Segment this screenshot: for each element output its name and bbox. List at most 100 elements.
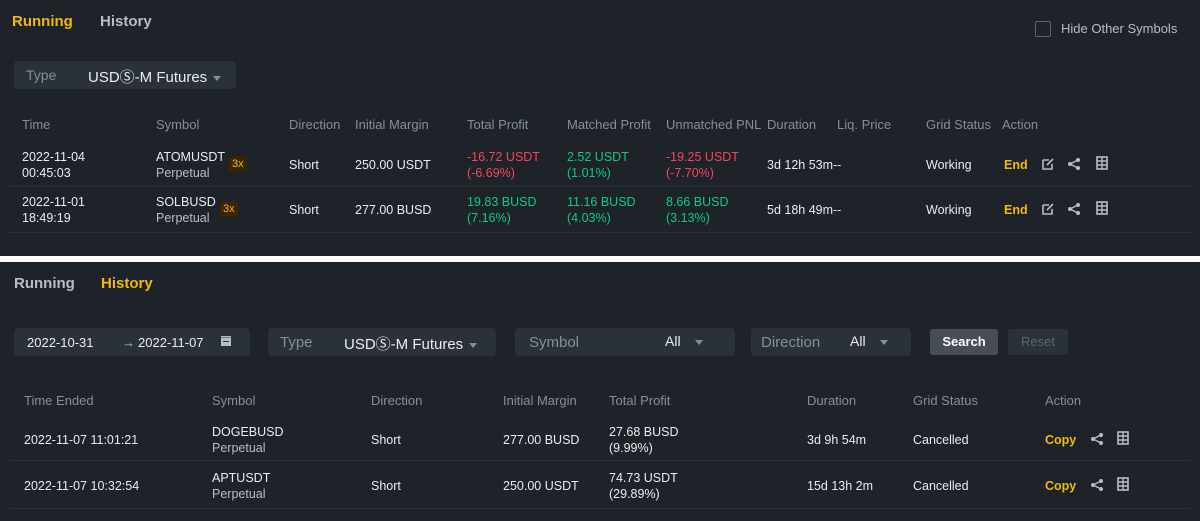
- row-symbol[interactable]: DOGEBUSD Perpetual: [212, 424, 284, 456]
- history-panel: Running History 2022-10-31 → 2022-11-07 …: [0, 262, 1200, 521]
- row-divider: [10, 508, 1190, 509]
- type-value: USDⓈ-M Futures: [344, 333, 478, 354]
- details-icon[interactable]: [1095, 156, 1109, 170]
- type-label: Type: [280, 334, 313, 351]
- row-divider: [10, 186, 1190, 187]
- row-initial-margin: 277.00 BUSD: [355, 203, 432, 217]
- col-duration: Duration: [767, 117, 817, 132]
- row-initial-margin: 250.00 USDT: [355, 158, 431, 172]
- row-matched-profit: 2.52 USDT (1.01%): [567, 150, 629, 180]
- row-direction: Short: [371, 479, 401, 493]
- col-total-profit: Total Profit: [467, 117, 529, 132]
- col-symbol: Symbol: [156, 117, 200, 132]
- row-symbol[interactable]: SOLBUSD Perpetual: [156, 194, 216, 226]
- copy-button[interactable]: Copy: [1045, 432, 1076, 448]
- row-divider: [10, 232, 1190, 233]
- col-unmatched-pnl: Unmatched PNL: [666, 117, 762, 132]
- type-label: Type: [26, 67, 57, 83]
- tab-history[interactable]: History: [100, 13, 152, 30]
- row-grid-status: Working: [926, 158, 972, 172]
- row-unmatched-pnl: -19.25 USDT (-7.70%): [666, 150, 739, 180]
- row-total-profit: -16.72 USDT (-6.69%): [467, 150, 540, 180]
- row-duration: 15d 13h 2m: [807, 479, 874, 493]
- type-select[interactable]: Type USDⓈ-M Futures: [268, 328, 496, 356]
- row-duration: 5d 18h 49m--: [767, 203, 842, 217]
- chevron-down-icon: [879, 339, 888, 345]
- type-value: USDⓈ-M Futures: [88, 66, 222, 87]
- leverage-badge: 3x: [220, 202, 238, 216]
- tab-running[interactable]: Running: [12, 13, 73, 30]
- col-direction: Direction: [371, 393, 423, 408]
- direction-label: Direction: [761, 334, 821, 351]
- symbol-select[interactable]: Symbol All: [515, 328, 735, 356]
- row-direction: Short: [289, 158, 319, 172]
- hide-other-symbols-checkbox[interactable]: [1035, 21, 1051, 37]
- details-icon[interactable]: [1116, 431, 1130, 445]
- col-initial-margin: Initial Margin: [355, 117, 429, 132]
- share-icon[interactable]: [1090, 432, 1104, 446]
- col-initial-margin: Initial Margin: [503, 393, 577, 408]
- row-total-profit: 19.83 BUSD (7.16%): [467, 195, 537, 225]
- hide-other-symbols-label: Hide Other Symbols: [1061, 21, 1178, 36]
- copy-button[interactable]: Copy: [1045, 478, 1076, 494]
- col-time-ended: Time Ended: [24, 393, 94, 408]
- direction-select[interactable]: Direction All: [751, 328, 911, 356]
- symbol-value: All: [665, 333, 703, 349]
- share-icon[interactable]: [1090, 478, 1104, 492]
- row-time-ended: 2022-11-07 10:32:54: [24, 479, 140, 493]
- row-direction: Short: [289, 203, 319, 217]
- date-arrow: →: [122, 335, 135, 350]
- running-panel: Running History Hide Other Symbols Type …: [0, 0, 1200, 256]
- direction-value: All: [850, 333, 888, 349]
- end-button[interactable]: End: [1004, 157, 1028, 173]
- type-select[interactable]: Type USDⓈ-M Futures: [14, 61, 236, 89]
- details-icon[interactable]: [1095, 201, 1109, 215]
- details-icon[interactable]: [1116, 477, 1130, 491]
- row-grid-status: Cancelled: [913, 479, 969, 493]
- row-symbol[interactable]: APTUSDT Perpetual: [212, 470, 270, 502]
- chevron-down-icon: [694, 339, 703, 345]
- row-time: 2022-11-01 18:49:19: [22, 195, 86, 225]
- row-time: 2022-11-04 00:45:03: [22, 150, 86, 180]
- end-button[interactable]: End: [1004, 202, 1028, 218]
- row-initial-margin: 277.00 BUSD: [503, 433, 580, 447]
- row-duration: 3d 9h 54m: [807, 433, 867, 447]
- col-grid-status: Grid Status: [913, 393, 979, 408]
- col-direction: Direction: [289, 117, 341, 132]
- col-action: Action: [1045, 393, 1082, 408]
- share-icon[interactable]: [1067, 157, 1081, 171]
- row-symbol[interactable]: ATOMUSDT Perpetual: [156, 149, 225, 181]
- row-unmatched-pnl: 8.66 BUSD (3.13%): [666, 195, 729, 225]
- date-range-picker[interactable]: 2022-10-31 → 2022-11-07: [14, 328, 250, 356]
- leverage-badge: 3x: [229, 157, 247, 171]
- share-icon[interactable]: [1067, 202, 1081, 216]
- col-symbol: Symbol: [212, 393, 256, 408]
- chevron-down-icon: [469, 342, 478, 348]
- row-matched-profit: 11.16 BUSD (4.03%): [567, 195, 636, 225]
- row-time-ended: 2022-11-07 11:01:21: [24, 433, 139, 447]
- col-duration: Duration: [807, 393, 857, 408]
- tab-running[interactable]: Running: [14, 275, 75, 292]
- col-time: Time: [22, 117, 51, 132]
- date-to: 2022-11-07: [138, 335, 204, 350]
- row-total-profit: 27.68 BUSD (9.99%): [609, 425, 679, 455]
- symbol-label: Symbol: [529, 334, 580, 351]
- row-duration: 3d 12h 53m--: [767, 158, 842, 172]
- calendar-icon[interactable]: [220, 335, 232, 347]
- reset-button[interactable]: Reset: [1008, 329, 1068, 355]
- row-initial-margin: 250.00 USDT: [503, 479, 579, 493]
- edit-icon[interactable]: [1041, 202, 1055, 216]
- search-button[interactable]: Search: [930, 329, 998, 355]
- col-grid-status: Grid Status: [926, 117, 992, 132]
- row-grid-status: Cancelled: [913, 433, 969, 447]
- row-total-profit: 74.73 USDT (29.89%): [609, 471, 678, 501]
- col-matched-profit: Matched Profit: [567, 117, 651, 132]
- col-action: Action: [1002, 117, 1039, 132]
- col-total-profit: Total Profit: [609, 393, 671, 408]
- row-divider: [10, 460, 1190, 461]
- chevron-down-icon: [213, 75, 222, 81]
- tab-history[interactable]: History: [101, 275, 153, 292]
- edit-icon[interactable]: [1041, 157, 1055, 171]
- date-from: 2022-10-31: [27, 335, 94, 350]
- row-grid-status: Working: [926, 203, 972, 217]
